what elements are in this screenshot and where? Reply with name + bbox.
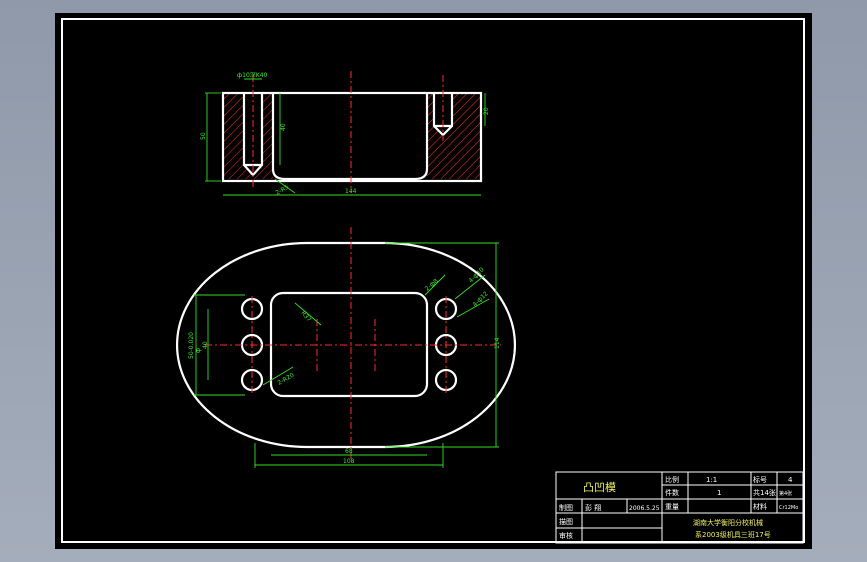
school-line2: 系2003级机具三班17号 bbox=[695, 530, 771, 539]
school-line1: 湖南大学衡阳分校机械 bbox=[693, 518, 763, 527]
dim-50: 50 bbox=[200, 132, 207, 140]
drawn-label: 制图 bbox=[559, 503, 573, 512]
dim-hole-note: ф10深K40 bbox=[237, 71, 268, 79]
qty-label: 件数 bbox=[665, 488, 679, 497]
dim-50w: 50-0.020 bbox=[188, 332, 195, 359]
front-section-view: 50 40 20 ф10深K40 144 2-R5 bbox=[200, 71, 490, 197]
dim-4-phi12: 4-ф12 bbox=[471, 290, 489, 308]
dim-40: 40 bbox=[280, 123, 287, 131]
dim-108: 108 bbox=[343, 458, 355, 465]
material-label: 材料 bbox=[753, 502, 767, 511]
dim-2-phi8: 2-ф8 bbox=[424, 277, 440, 292]
drawn-name: 彭 翔 bbox=[585, 503, 601, 512]
sheet-value: 4 bbox=[788, 476, 793, 484]
drawn-date: 2006.5.25 bbox=[629, 505, 660, 512]
dim-68: 68 bbox=[345, 448, 353, 455]
check-label: 审核 bbox=[559, 531, 573, 540]
part-name: 凸凹模 bbox=[583, 481, 616, 494]
dim-r37: R37 bbox=[299, 310, 312, 324]
top-view: 50-0.020 ф 40 114 68 108 R37 2-ф8 4-ф10 … bbox=[175, 227, 517, 468]
design-label: 描图 bbox=[559, 517, 573, 526]
dim-r20: 2-R20 bbox=[277, 372, 296, 387]
material-value: Cr12Mo bbox=[779, 505, 798, 511]
drawing-canvas: 50 40 20 ф10深K40 144 2-R5 50-0.020 ф 40 … bbox=[61, 18, 805, 544]
dim-40w: 40 bbox=[202, 341, 209, 349]
title-block: 凸凹模 比例 1:1 标号 4 件数 1 共14张 第4张 重量 材料 Cr12… bbox=[555, 471, 804, 544]
dim-20: 20 bbox=[483, 107, 490, 115]
scale-value: 1:1 bbox=[706, 476, 717, 484]
qty-value: 1 bbox=[717, 489, 721, 497]
sheet-label: 标号 bbox=[753, 475, 767, 484]
sheets-label: 共14张 bbox=[753, 488, 776, 497]
dim-144: 144 bbox=[345, 188, 357, 195]
drawing-sheet: 50 40 20 ф10深K40 144 2-R5 50-0.020 ф 40 … bbox=[55, 13, 812, 549]
cavity-outline bbox=[271, 93, 429, 181]
weight-label: 重量 bbox=[665, 503, 679, 511]
scale-label: 比例 bbox=[665, 475, 679, 484]
cad-viewport: 50 40 20 ф10深K40 144 2-R5 50-0.020 ф 40 … bbox=[0, 0, 867, 562]
dim-114: 114 bbox=[494, 337, 501, 349]
dim-phi: ф bbox=[195, 348, 202, 353]
sheet-index: 第4张 bbox=[779, 490, 792, 497]
